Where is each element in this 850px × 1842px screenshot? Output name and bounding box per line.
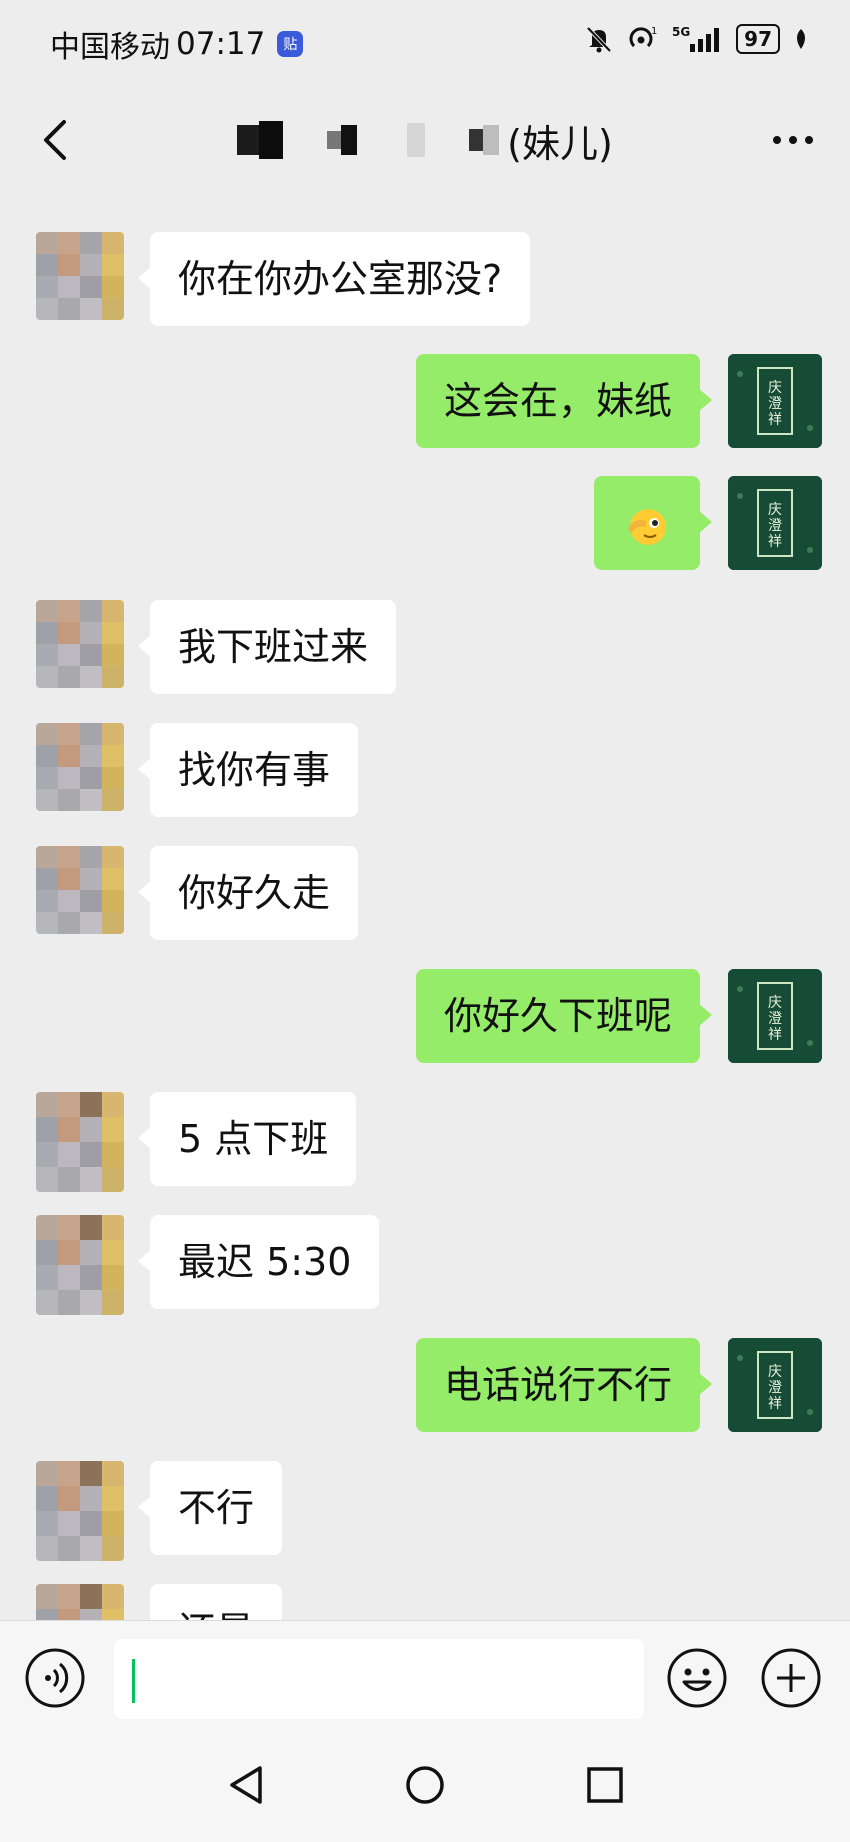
outgoing-message[interactable]: 这会在，妹纸 xyxy=(415,354,713,448)
svg-text:庆: 庆 xyxy=(768,995,782,1011)
chevron-left-icon xyxy=(44,120,66,160)
svg-text:澄: 澄 xyxy=(768,518,782,534)
chat-title: (妹儿) xyxy=(200,112,650,168)
nav-back-icon xyxy=(230,1766,262,1804)
svg-text:1: 1 xyxy=(651,26,657,37)
svg-text:祥: 祥 xyxy=(768,534,782,550)
notification-app-icon: 贴 xyxy=(277,31,304,57)
incoming-message[interactable]: 你在你办公室那没? xyxy=(137,232,531,326)
input-bar xyxy=(0,1620,850,1731)
voice-button[interactable] xyxy=(24,1647,86,1709)
more-dots-icon xyxy=(773,136,813,144)
message-list[interactable]: 你在你办公室那没? 这会在，妹纸 庆 澄 祥 庆 澄 祥 我下班过来 找你有事 … xyxy=(0,190,850,1620)
text-caret xyxy=(132,1659,135,1703)
svg-text:庆: 庆 xyxy=(768,502,782,518)
nav-home-button[interactable] xyxy=(400,1760,450,1810)
carrier-label: 中国移动 xyxy=(50,30,170,65)
redacted-name xyxy=(237,121,500,159)
mute-bell-icon xyxy=(584,24,614,54)
plus-button[interactable] xyxy=(760,1647,822,1709)
svg-text:庆: 庆 xyxy=(768,380,782,396)
incoming-message[interactable]: 找你有事 xyxy=(137,723,359,817)
more-button[interactable] xyxy=(768,120,818,160)
status-bar: 中国移动 07:17 贴 1 5G 97 xyxy=(0,0,850,90)
clock: 07:17 xyxy=(176,26,266,62)
emoji-button[interactable] xyxy=(666,1647,728,1709)
message-input[interactable] xyxy=(114,1639,644,1719)
outgoing-message[interactable]: 你好久下班呢 xyxy=(415,969,713,1063)
my-avatar[interactable]: 庆 澄 祥 xyxy=(728,354,822,448)
contact-avatar[interactable] xyxy=(36,1092,124,1192)
outgoing-message[interactable]: 电话说行不行 xyxy=(415,1338,713,1432)
svg-text:澄: 澄 xyxy=(768,396,782,412)
leaf-icon xyxy=(792,27,810,51)
chat-screen: 中国移动 07:17 贴 1 5G 97 (妹儿) 你在你办公室那没? 这会在，… xyxy=(0,0,850,1842)
incoming-message[interactable]: 最迟 5:30 xyxy=(137,1215,380,1309)
contact-avatar[interactable] xyxy=(36,846,124,934)
emoji-icon xyxy=(667,1648,727,1708)
battery-indicator: 97 xyxy=(736,24,780,54)
plus-icon xyxy=(761,1648,821,1708)
nav-home-icon xyxy=(406,1766,444,1804)
incoming-message[interactable]: 不行 xyxy=(137,1461,283,1555)
incoming-message[interactable]: 5 点下班 xyxy=(137,1092,357,1186)
chat-title-suffix: (妹儿) xyxy=(507,121,613,166)
svg-text:澄: 澄 xyxy=(768,1380,782,1396)
svg-text:祥: 祥 xyxy=(768,1027,782,1043)
my-avatar[interactable]: 庆 澄 祥 xyxy=(728,476,822,570)
back-button[interactable] xyxy=(30,112,80,168)
svg-text:祥: 祥 xyxy=(768,1396,782,1412)
system-nav-bar xyxy=(0,1730,850,1842)
nav-recent-button[interactable] xyxy=(580,1760,630,1810)
nav-back-button[interactable] xyxy=(222,1760,272,1810)
nav-recent-icon xyxy=(587,1767,623,1803)
status-right: 1 5G 97 xyxy=(572,24,810,54)
contact-avatar[interactable] xyxy=(36,232,124,320)
outgoing-emoji-message[interactable] xyxy=(594,476,712,570)
peek-face-emoji xyxy=(628,508,666,545)
contact-avatar[interactable] xyxy=(36,600,124,688)
incoming-message[interactable]: 我下班过来 xyxy=(137,600,397,694)
voice-icon xyxy=(25,1648,85,1708)
svg-text:祥: 祥 xyxy=(768,412,782,428)
chat-header: (妹儿) xyxy=(0,90,850,190)
incoming-message[interactable]: 还是 xyxy=(137,1584,283,1620)
battery-level: 97 xyxy=(736,24,780,54)
my-avatar[interactable]: 庆 澄 祥 xyxy=(728,1338,822,1432)
contact-avatar[interactable] xyxy=(36,1584,124,1620)
contact-avatar[interactable] xyxy=(36,1215,124,1315)
signal-icon: 5G xyxy=(672,24,724,54)
contact-avatar[interactable] xyxy=(36,1461,124,1561)
svg-text:澄: 澄 xyxy=(768,1011,782,1027)
status-left: 中国移动 07:17 贴 xyxy=(50,22,304,66)
contact-avatar[interactable] xyxy=(36,723,124,811)
hotspot-icon: 1 xyxy=(626,24,660,54)
network-type: 5G xyxy=(672,25,690,39)
svg-text:庆: 庆 xyxy=(768,1364,782,1380)
incoming-message[interactable]: 你好久走 xyxy=(137,846,359,940)
my-avatar[interactable]: 庆 澄 祥 xyxy=(728,969,822,1063)
